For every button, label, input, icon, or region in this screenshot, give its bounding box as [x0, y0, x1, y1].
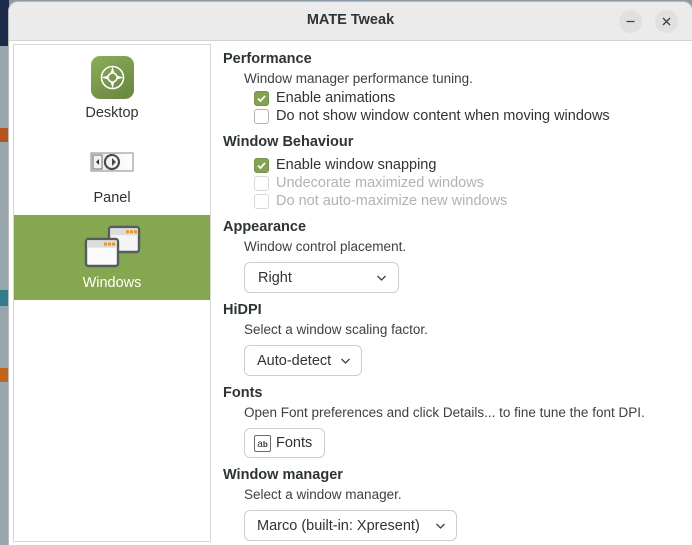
backdrop-fleck [0, 142, 9, 290]
backdrop-fleck [0, 128, 9, 142]
sidebar: Desktop Panel Windows [13, 44, 211, 542]
minimize-icon [626, 20, 635, 23]
section-title: Window manager [223, 467, 343, 483]
select-value: Marco (built-in: Xpresent) [257, 517, 420, 534]
desktop-compass-icon [14, 53, 210, 101]
checkbox-unchecked-icon [254, 108, 269, 124]
sidebar-item-label: Panel [93, 190, 131, 206]
section-description: Select a window scaling factor. [244, 322, 428, 337]
font-ab-icon: ab [254, 434, 271, 452]
section-appearance: Appearance Window control placement. Rig… [214, 210, 692, 293]
section-title: Performance [223, 51, 312, 67]
checkbox-label: Enable animations [276, 90, 396, 106]
section-description: Open Font preferences and click Details.… [244, 405, 645, 420]
sidebar-item-label: Desktop [85, 105, 139, 121]
fonts-button[interactable]: ab Fonts [244, 428, 326, 458]
window-manager-select[interactable]: Marco (built-in: Xpresent) [244, 510, 457, 541]
section-description: Select a window manager. [244, 487, 402, 502]
checkbox-checked-icon [254, 157, 269, 173]
checkbox-checked-icon [254, 90, 269, 106]
section-title: Appearance [223, 219, 307, 235]
chevron-down-icon [436, 523, 445, 529]
checkbox-label: Do not auto-maximize new windows [276, 193, 508, 209]
backdrop-fleck [0, 0, 9, 46]
minimize-button[interactable] [619, 10, 642, 33]
close-icon [662, 17, 671, 26]
windows-stack-icon [14, 223, 210, 271]
select-value: Auto-detect [257, 352, 332, 369]
backdrop-fleck [0, 382, 9, 545]
chevron-down-icon [377, 275, 386, 281]
sidebar-item-windows[interactable]: Windows [14, 215, 210, 300]
content-pane: Performance Window manager performance t… [214, 41, 692, 545]
backdrop-fleck [0, 368, 9, 382]
checkbox-label: Do not show window content when moving w… [276, 108, 610, 124]
window-title: MATE Tweak [306, 12, 395, 28]
checkbox-undecorate-maximized-windows: Undecorate maximized windows [214, 174, 692, 192]
section-title: Fonts [223, 385, 263, 401]
checkbox-label: Enable window snapping [276, 157, 437, 173]
checkbox-no-window-content-moving[interactable]: Do not show window content when moving w… [214, 107, 692, 125]
section-window-manager: Window manager Select a window manager. … [214, 458, 692, 541]
fonts-button-label: Fonts [276, 435, 313, 451]
checkbox-unchecked-icon [254, 193, 269, 209]
checkbox-enable-window-snapping[interactable]: Enable window snapping [214, 152, 692, 174]
close-button[interactable] [655, 10, 678, 33]
backdrop-fleck [0, 306, 9, 368]
select-value: Right [258, 269, 292, 286]
section-description: Window manager performance tuning. [244, 71, 473, 86]
section-description: Window control placement. [244, 239, 407, 254]
backdrop-fleck [0, 46, 9, 128]
section-window-behaviour: Window Behaviour Enable window snapping … [214, 125, 692, 210]
sidebar-item-desktop[interactable]: Desktop [14, 45, 210, 130]
sidebar-item-label: Windows [82, 275, 142, 291]
section-title: Window Behaviour [223, 134, 354, 150]
titlebar: MATE Tweak [9, 2, 692, 41]
mate-tweak-window: MATE Tweak Desktop Panel Windows Perform… [9, 2, 692, 545]
sidebar-item-panel[interactable]: Panel [14, 130, 210, 215]
panel-icon [14, 138, 210, 186]
section-performance: Performance Window manager performance t… [214, 41, 692, 125]
window-scaling-factor-select[interactable]: Auto-detect [244, 345, 362, 376]
window-body: Desktop Panel Windows Performance Window… [9, 41, 692, 545]
section-fonts: Fonts Open Font preferences and click De… [214, 376, 692, 458]
backdrop-fleck [0, 290, 9, 306]
section-hidpi: HiDPI Select a window scaling factor. Au… [214, 293, 692, 376]
checkbox-enable-animations[interactable]: Enable animations [214, 89, 692, 107]
checkbox-no-auto-maximize-new-windows: Do not auto-maximize new windows [214, 192, 692, 210]
section-title: HiDPI [223, 302, 262, 318]
checkbox-label: Undecorate maximized windows [276, 175, 484, 191]
chevron-down-icon [341, 358, 350, 364]
checkbox-unchecked-icon [254, 175, 269, 191]
window-control-placement-select[interactable]: Right [244, 262, 399, 293]
